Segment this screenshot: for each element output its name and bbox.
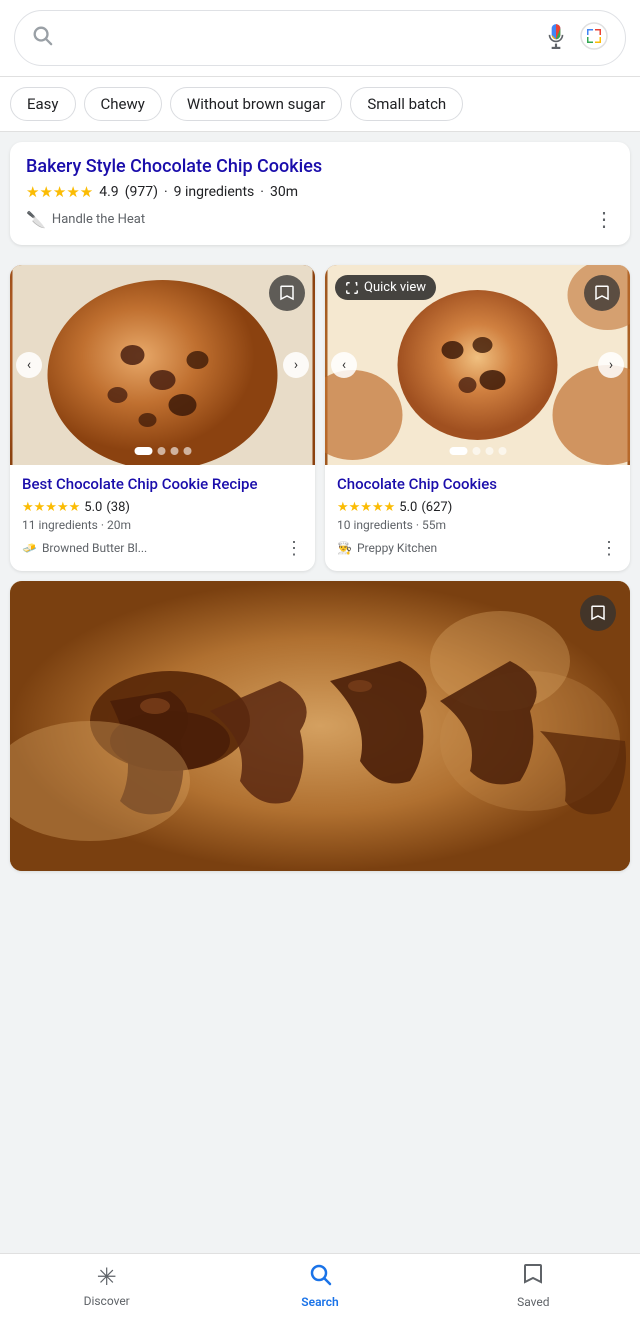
card-1-stars: ★★★★★ bbox=[22, 500, 80, 515]
card-1-content: Best Chocolate Chip Cookie Recipe ★★★★★ … bbox=[10, 465, 315, 571]
card-2-more[interactable]: ⋮ bbox=[600, 538, 618, 559]
card-2-image: Quick view ‹ › bbox=[325, 265, 630, 465]
search-bar: chocolate chip cookie recipe bbox=[14, 10, 626, 66]
search-icon bbox=[31, 24, 53, 52]
card-2-rating: 5.0 bbox=[399, 500, 417, 515]
card-1-details: 11 ingredients · 20m bbox=[22, 518, 303, 532]
top-result-stars: ★★★★★ bbox=[26, 183, 93, 201]
top-result-reviews: (977) bbox=[125, 184, 158, 200]
card-1-source: 🧈 Browned Butter Bl... ⋮ bbox=[22, 538, 303, 559]
recipe-card-1: ‹ › Best Chocolate Chip Cookie Recipe ★★… bbox=[10, 265, 315, 571]
card-2-next[interactable]: › bbox=[598, 352, 624, 378]
discover-icon: ✳ bbox=[97, 1263, 117, 1291]
top-result-dot2: · bbox=[260, 184, 264, 200]
dot-2-3 bbox=[485, 447, 493, 455]
lens-icon[interactable] bbox=[579, 21, 609, 55]
search-bar-container: chocolate chip cookie recipe bbox=[0, 0, 640, 77]
card-2-meta: ★★★★★ 5.0 (627) bbox=[337, 500, 618, 515]
card-1-more[interactable]: ⋮ bbox=[285, 538, 303, 559]
card-1-dots bbox=[134, 447, 191, 455]
card-1-next[interactable]: › bbox=[283, 352, 309, 378]
card-2-title[interactable]: Chocolate Chip Cookies bbox=[337, 475, 618, 495]
big-image-card bbox=[10, 581, 630, 871]
nav-search-label: Search bbox=[301, 1295, 338, 1309]
big-cookie-visual bbox=[10, 581, 630, 871]
top-result-source-name: Handle the Heat bbox=[52, 212, 145, 227]
nav-saved[interactable]: Saved bbox=[427, 1262, 640, 1309]
dot-3 bbox=[170, 447, 178, 455]
card-2-source-icon: 👨‍🍳 bbox=[337, 541, 352, 555]
chip-chewy[interactable]: Chewy bbox=[84, 87, 162, 121]
nav-discover-label: Discover bbox=[84, 1294, 130, 1308]
top-result-ingredients: 9 ingredients bbox=[174, 184, 255, 200]
filter-chips: Easy Chewy Without brown sugar Small bat… bbox=[0, 77, 640, 132]
chip-easy[interactable]: Easy bbox=[10, 87, 76, 121]
chip-small-batch[interactable]: Small batch bbox=[350, 87, 463, 121]
mic-icon[interactable] bbox=[543, 23, 569, 53]
top-result-time: 30m bbox=[270, 184, 298, 200]
card-2-prev[interactable]: ‹ bbox=[331, 352, 357, 378]
recipe-card-2: Quick view ‹ › Chocolate Chip Cookies ★★… bbox=[325, 265, 630, 571]
card-2-quick-view[interactable]: Quick view bbox=[335, 275, 436, 300]
dot-2-active bbox=[449, 447, 467, 455]
top-result-card: Bakery Style Chocolate Chip Cookies ★★★★… bbox=[10, 142, 630, 245]
big-card-bookmark[interactable] bbox=[580, 595, 616, 631]
top-result-rating: 4.9 bbox=[99, 184, 118, 200]
dot-2-4 bbox=[498, 447, 506, 455]
chip-without-brown-sugar[interactable]: Without brown sugar bbox=[170, 87, 342, 121]
nav-discover[interactable]: ✳ Discover bbox=[0, 1263, 213, 1308]
search-input[interactable]: chocolate chip cookie recipe bbox=[63, 28, 533, 49]
saved-icon bbox=[521, 1262, 545, 1292]
top-result-source-icon: 🔪 bbox=[26, 210, 46, 229]
card-2-content: Chocolate Chip Cookies ★★★★★ 5.0 (627) 1… bbox=[325, 465, 630, 571]
dot-2-2 bbox=[472, 447, 480, 455]
dot-4 bbox=[183, 447, 191, 455]
card-2-bookmark[interactable] bbox=[584, 275, 620, 311]
top-result-dot: · bbox=[164, 184, 168, 200]
card-1-bookmark[interactable] bbox=[269, 275, 305, 311]
card-2-source: 👨‍🍳 Preppy Kitchen ⋮ bbox=[337, 538, 618, 559]
recipe-cards-row: ‹ › Best Chocolate Chip Cookie Recipe ★★… bbox=[0, 255, 640, 571]
card-1-title[interactable]: Best Chocolate Chip Cookie Recipe bbox=[22, 475, 303, 495]
card-1-image: ‹ › bbox=[10, 265, 315, 465]
card-1-reviews: (38) bbox=[106, 500, 130, 515]
card-1-source-icon: 🧈 bbox=[22, 541, 37, 555]
search-nav-icon bbox=[308, 1262, 332, 1292]
top-result-meta: ★★★★★ 4.9 (977) · 9 ingredients · 30m bbox=[26, 183, 614, 201]
nav-saved-label: Saved bbox=[517, 1295, 549, 1309]
dot-active bbox=[134, 447, 152, 455]
card-2-dots bbox=[449, 447, 506, 455]
card-1-prev[interactable]: ‹ bbox=[16, 352, 42, 378]
top-result-more-button[interactable]: ⋮ bbox=[594, 207, 614, 231]
card-2-stars: ★★★★★ bbox=[337, 500, 395, 515]
card-1-rating: 5.0 bbox=[84, 500, 102, 515]
card-2-source-name: Preppy Kitchen bbox=[357, 541, 437, 555]
nav-search[interactable]: Search bbox=[213, 1262, 426, 1309]
bottom-nav: ✳ Discover Search Saved bbox=[0, 1253, 640, 1319]
card-1-meta: ★★★★★ 5.0 (38) bbox=[22, 500, 303, 515]
top-result-source: 🔪 Handle the Heat ⋮ bbox=[26, 207, 614, 231]
dot-2 bbox=[157, 447, 165, 455]
nav-spacer bbox=[0, 871, 640, 941]
top-result-title[interactable]: Bakery Style Chocolate Chip Cookies bbox=[26, 156, 614, 177]
card-2-details: 10 ingredients · 55m bbox=[337, 518, 618, 532]
card-2-reviews: (627) bbox=[421, 500, 452, 515]
card-1-source-name: Browned Butter Bl... bbox=[42, 541, 147, 555]
